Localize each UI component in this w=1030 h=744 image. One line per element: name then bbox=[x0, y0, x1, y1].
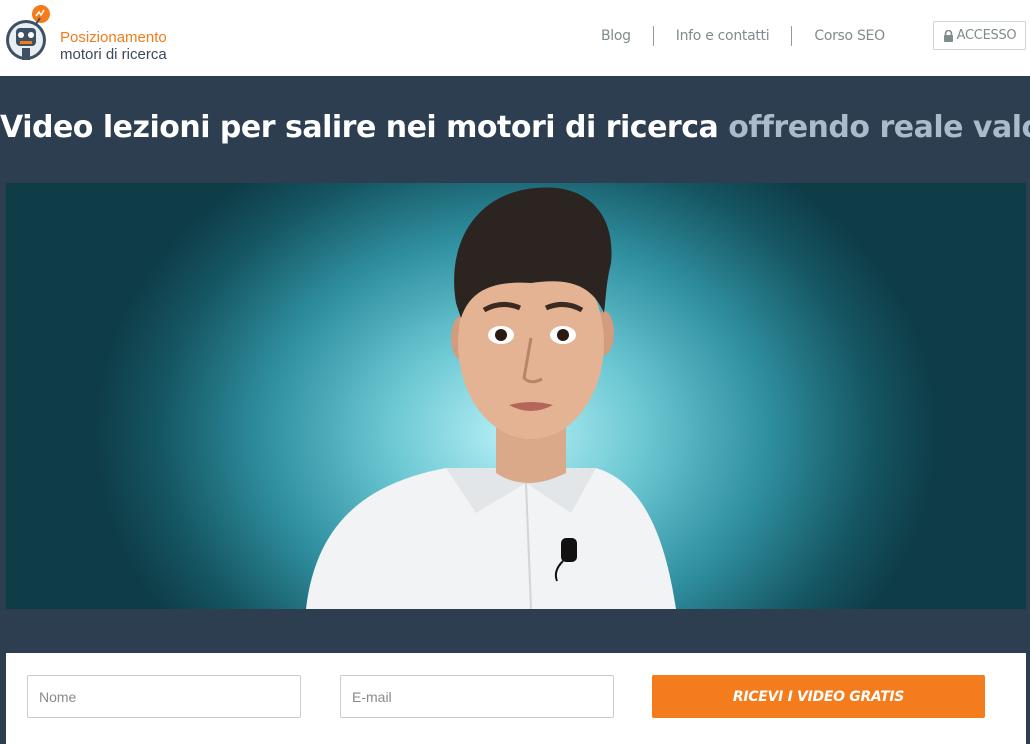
robot-mascot-icon bbox=[6, 5, 50, 60]
presenter-image bbox=[306, 187, 676, 609]
site-header: Posizionamento motori di ricerca Blog In… bbox=[0, 0, 1030, 76]
hero-title-accent: offrendo reale valore bbox=[728, 110, 1030, 145]
email-input[interactable] bbox=[340, 675, 614, 718]
hero-title-main: Video lezioni per salire nei motori di r… bbox=[0, 110, 719, 145]
access-button[interactable]: ACCESSO bbox=[933, 21, 1026, 50]
hero-video[interactable] bbox=[6, 183, 1026, 609]
lock-icon bbox=[943, 29, 953, 42]
get-free-videos-button[interactable]: RICEVI I VIDEO GRATIS bbox=[652, 675, 985, 718]
logo-line-2: motori di ricerca bbox=[60, 46, 167, 63]
main-nav: Blog Info e contatti Corso SEO bbox=[601, 25, 885, 47]
logo-text: Posizionamento motori di ricerca bbox=[60, 29, 167, 63]
nav-item-info-contatti[interactable]: Info e contatti bbox=[676, 28, 770, 44]
hero-title: Video lezioni per salire nei motori di r… bbox=[0, 110, 1030, 145]
access-label: ACCESSO bbox=[956, 28, 1017, 43]
nav-item-blog[interactable]: Blog bbox=[601, 28, 631, 44]
site-logo[interactable]: Posizionamento motori di ricerca bbox=[4, 4, 194, 70]
nav-item-corso-seo[interactable]: Corso SEO bbox=[814, 28, 885, 44]
logo-line-1: Posizionamento bbox=[60, 29, 167, 46]
nav-divider bbox=[791, 26, 793, 46]
name-input[interactable] bbox=[27, 675, 301, 718]
signup-form: RICEVI I VIDEO GRATIS bbox=[6, 653, 1026, 744]
nav-divider bbox=[652, 26, 654, 46]
